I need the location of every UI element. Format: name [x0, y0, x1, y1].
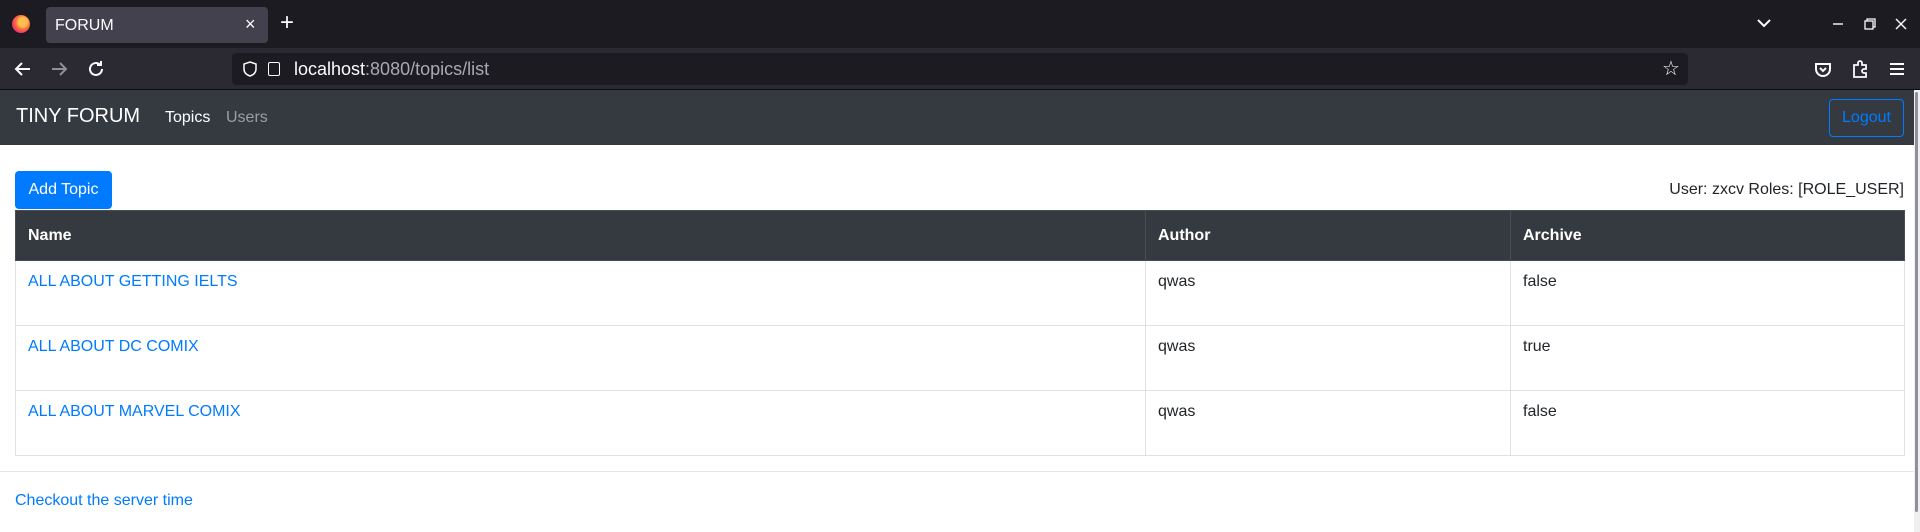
cell-author: qwas — [1145, 260, 1511, 326]
back-arrow-icon[interactable] — [11, 57, 35, 81]
cell-archive: false — [1510, 390, 1905, 456]
cell-name: ALL ABOUT DC COMIX — [15, 325, 1146, 391]
header-author: Author — [1145, 210, 1511, 261]
divider — [0, 471, 1914, 472]
cell-archive: true — [1510, 325, 1905, 391]
cell-name: ALL ABOUT GETTING IELTS — [15, 260, 1146, 326]
forward-arrow-icon[interactable] — [47, 57, 71, 81]
url-text[interactable]: localhost:8080/topics/list — [294, 59, 489, 80]
firefox-logo-icon — [12, 15, 30, 33]
url-host: localhost — [294, 59, 366, 79]
cell-name: ALL ABOUT MARVEL COMIX — [15, 390, 1146, 456]
cell-author: qwas — [1145, 325, 1511, 391]
server-time-link[interactable]: Checkout the server time — [15, 492, 193, 510]
chevron-down-icon[interactable] — [1754, 13, 1774, 33]
restore-icon[interactable] — [1864, 18, 1876, 30]
header-name: Name — [15, 210, 1146, 261]
nav-topics[interactable]: Topics — [165, 109, 210, 127]
app-navbar: TINY FORUM Topics Users Logout — [0, 90, 1920, 145]
new-tab-icon[interactable]: + — [280, 11, 294, 35]
page-icon[interactable] — [268, 62, 280, 76]
nav-users[interactable]: Users — [226, 109, 268, 127]
add-topic-button[interactable]: Add Topic — [15, 171, 112, 209]
url-path: :8080/topics/list — [365, 59, 490, 79]
table-row: ALL ABOUT DC COMIX qwas true — [15, 325, 1905, 391]
extensions-icon[interactable] — [1848, 57, 1872, 81]
table-header-row: Name Author Archive — [15, 210, 1905, 261]
table-row: ALL ABOUT MARVEL COMIX qwas false — [15, 390, 1905, 456]
menu-icon[interactable] — [1885, 57, 1909, 81]
brand[interactable]: TINY FORUM — [16, 105, 140, 128]
cell-author: qwas — [1145, 390, 1511, 456]
tab-title: FORUM — [55, 17, 114, 34]
topic-link[interactable]: ALL ABOUT GETTING IELTS — [28, 273, 238, 290]
reload-icon[interactable] — [84, 57, 108, 81]
browser-tab-bar: FORUM × + — [0, 0, 1920, 48]
close-window-icon[interactable] — [1895, 18, 1907, 30]
minimize-icon[interactable] — [1832, 18, 1844, 30]
address-bar[interactable]: localhost:8080/topics/list ☆ — [232, 53, 1688, 85]
shield-icon[interactable] — [242, 61, 258, 77]
pocket-icon[interactable] — [1811, 57, 1835, 81]
cell-archive: false — [1510, 260, 1905, 326]
table-row: ALL ABOUT GETTING IELTS qwas false — [15, 260, 1905, 326]
browser-tab[interactable]: FORUM × — [46, 7, 268, 43]
topics-table: Name Author Archive ALL ABOUT GETTING IE… — [15, 210, 1905, 456]
topic-link[interactable]: ALL ABOUT MARVEL COMIX — [28, 403, 241, 420]
header-archive: Archive — [1510, 210, 1905, 261]
logout-button[interactable]: Logout — [1829, 99, 1904, 137]
tab-close-icon[interactable]: × — [245, 14, 256, 34]
user-info: User: zxcv Roles: [ROLE_USER] — [1669, 181, 1904, 198]
topic-link[interactable]: ALL ABOUT DC COMIX — [28, 338, 199, 355]
bookmark-star-icon[interactable]: ☆ — [1662, 56, 1680, 81]
scrollbar-thumb[interactable] — [1915, 92, 1918, 512]
